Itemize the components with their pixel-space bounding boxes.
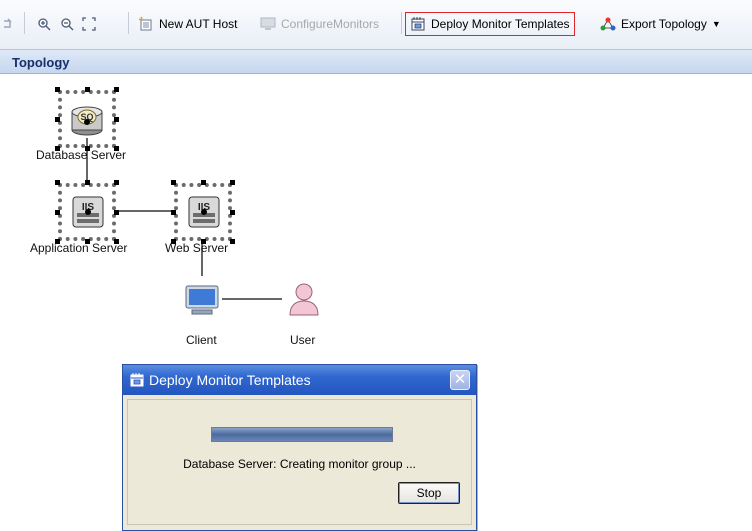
selection-handle[interactable]	[114, 87, 119, 92]
dropdown-arrow-icon: ▼	[711, 19, 721, 29]
client-node[interactable]	[184, 284, 220, 319]
selection-handle[interactable]	[230, 180, 235, 185]
new-host-icon	[138, 16, 154, 32]
database-server-node[interactable]: SQ	[69, 102, 105, 141]
export-topology-button[interactable]: Export Topology ▼	[600, 12, 721, 36]
selection-handle[interactable]	[55, 87, 60, 92]
zoom-in-icon[interactable]	[37, 12, 51, 36]
node-label: Database Server	[36, 148, 127, 162]
user-icon	[289, 283, 319, 316]
database-server-icon: SQ	[71, 106, 103, 136]
selection-handle[interactable]	[85, 87, 90, 92]
deploy-monitor-templates-dialog: Deploy Monitor Templates ✕ Database Serv…	[122, 364, 477, 531]
selection-handle[interactable]	[201, 180, 206, 185]
new-aut-host-button[interactable]: New AUT Host	[138, 12, 237, 36]
node-label: Web Server	[165, 241, 229, 255]
selection-handle[interactable]	[55, 210, 60, 215]
topology-panel-header: Topology	[0, 50, 752, 74]
monitor-icon	[260, 16, 276, 32]
close-icon[interactable]: ✕	[450, 370, 470, 390]
selection-handle[interactable]	[114, 117, 119, 122]
toolbar-separator	[401, 12, 402, 34]
selection-handle[interactable]	[171, 180, 176, 185]
export-topology-label: Export Topology	[621, 17, 707, 31]
toolbar-separator	[128, 12, 129, 34]
web-server-node[interactable]: IIS	[187, 195, 221, 232]
toolbar-separator	[24, 12, 25, 34]
panel-title: Topology	[12, 55, 70, 70]
configure-monitors-button[interactable]: ConfigureMonitors	[260, 12, 379, 36]
selection-handle[interactable]	[230, 239, 235, 244]
dialog-title-bar[interactable]: Deploy Monitor Templates ✕	[123, 365, 476, 395]
topology-icon	[600, 16, 616, 32]
dialog-status-text: Database Server: Creating monitor group …	[183, 457, 416, 471]
selection-handle[interactable]	[55, 180, 60, 185]
deploy-monitor-templates-button[interactable]: Deploy Monitor Templates	[405, 12, 575, 36]
stop-button[interactable]: Stop	[398, 482, 460, 504]
computer-icon	[185, 285, 219, 315]
iis-server-icon: IIS	[188, 196, 220, 228]
zoom-out-icon[interactable]	[60, 12, 74, 36]
iis-server-icon: IIS	[72, 196, 104, 228]
selection-handle[interactable]	[85, 180, 90, 185]
dialog-title: Deploy Monitor Templates	[149, 372, 311, 388]
progress-fill	[212, 428, 392, 441]
node-label: Client	[186, 333, 217, 347]
toolbar: New AUT Host ConfigureMonitors Deploy Mo…	[0, 0, 752, 50]
application-server-node[interactable]: IIS	[71, 195, 105, 232]
redo-icon[interactable]	[2, 12, 14, 36]
selection-handle[interactable]	[114, 210, 119, 215]
node-label: Application Server	[30, 241, 128, 255]
selection-handle[interactable]	[230, 210, 235, 215]
selection-handle[interactable]	[114, 180, 119, 185]
user-node[interactable]	[286, 281, 322, 320]
deploy-templates-icon	[129, 372, 145, 391]
progress-bar	[211, 427, 393, 442]
new-aut-host-label: New AUT Host	[159, 17, 238, 31]
dialog-body: Database Server: Creating monitor group …	[127, 399, 472, 525]
fit-to-screen-icon[interactable]	[82, 12, 96, 36]
node-label: User	[290, 333, 316, 347]
selection-handle[interactable]	[171, 210, 176, 215]
configure-monitors-label: ConfigureMonitors	[281, 17, 380, 31]
deploy-monitor-templates-label: Deploy Monitor Templates	[431, 17, 570, 31]
selection-handle[interactable]	[55, 117, 60, 122]
deploy-templates-icon	[410, 16, 426, 32]
